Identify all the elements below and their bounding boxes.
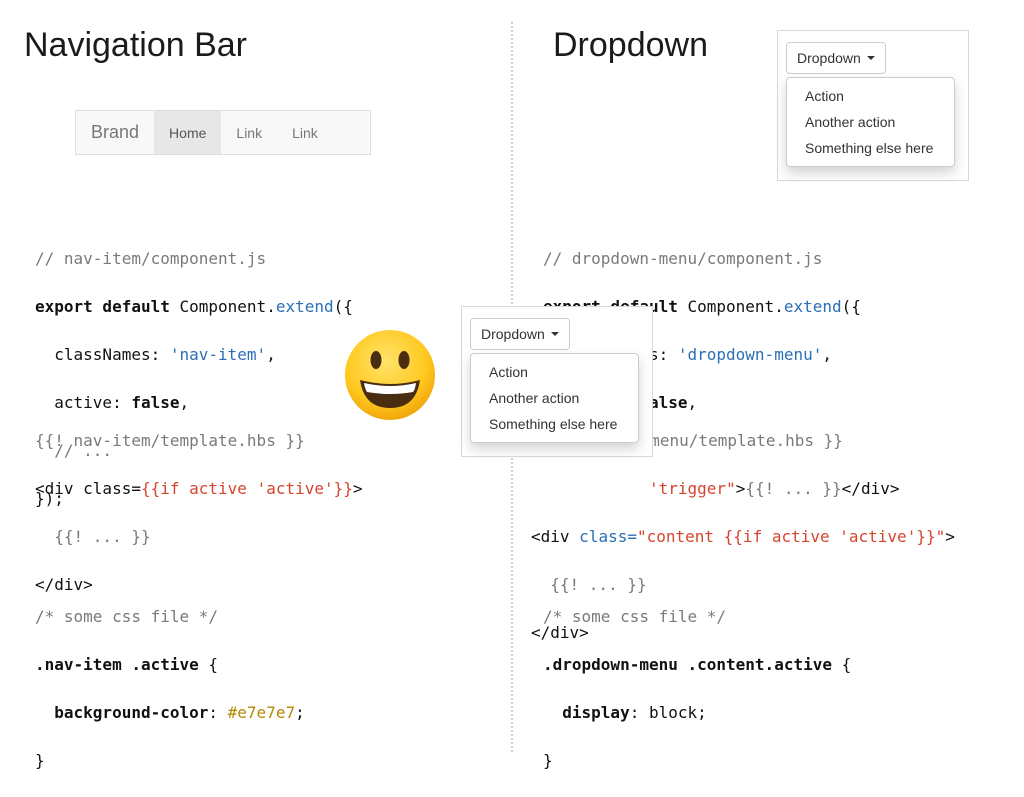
dropdown-button-overlay[interactable]: Dropdown xyxy=(470,318,570,350)
grinning-face-icon xyxy=(343,328,437,422)
navbar-brand[interactable]: Brand xyxy=(76,111,154,154)
navigation-bar-heading: Navigation Bar xyxy=(24,26,248,64)
nav-link-home[interactable]: Home xyxy=(154,111,222,154)
nav-link-2[interactable]: Link xyxy=(277,111,333,154)
dropdown-button-label: Dropdown xyxy=(481,326,545,342)
dropdown-item-something-else[interactable]: Something else here xyxy=(471,411,638,437)
dropdown-menu-overlay: Action Another action Something else her… xyxy=(470,353,639,443)
caret-down-icon xyxy=(866,56,875,60)
dropdown-heading: Dropdown xyxy=(553,26,708,64)
code-comment: // dropdown-menu/component.js xyxy=(543,249,823,268)
code-comment: n-menu/template.hbs }} xyxy=(631,431,843,450)
dropdown-item-another-action[interactable]: Another action xyxy=(787,109,954,135)
code-comment: /* some css file */ xyxy=(35,607,219,626)
dropdown-item-action[interactable]: Action xyxy=(787,83,954,109)
dropdown-demo-overlay-panel: Dropdown Action Another action Something… xyxy=(461,306,653,457)
dropdown-css-code: /* some css file */ .dropdown-menu .cont… xyxy=(543,607,852,770)
code-comment: {{! nav-item/template.hbs }} xyxy=(35,431,305,450)
nav-link-1[interactable]: Link xyxy=(221,111,277,154)
code-comment: // nav-item/component.js xyxy=(35,249,267,268)
dropdown-demo-panel: Dropdown Action Another action Something… xyxy=(777,30,969,181)
dropdown-item-another-action[interactable]: Another action xyxy=(471,385,638,411)
code-comment: /* some css file */ xyxy=(543,607,727,626)
dropdown-menu: Action Another action Something else her… xyxy=(786,77,955,167)
caret-down-icon xyxy=(550,332,559,336)
dropdown-button-label: Dropdown xyxy=(797,50,861,66)
navbar-demo: Brand Home Link Link xyxy=(75,110,371,155)
dropdown-item-something-else[interactable]: Something else here xyxy=(787,135,954,161)
dropdown-item-action[interactable]: Action xyxy=(471,359,638,385)
dropdown-button[interactable]: Dropdown xyxy=(786,42,886,74)
nav-item-css-code: /* some css file */ .nav-item .active { … xyxy=(35,607,305,770)
